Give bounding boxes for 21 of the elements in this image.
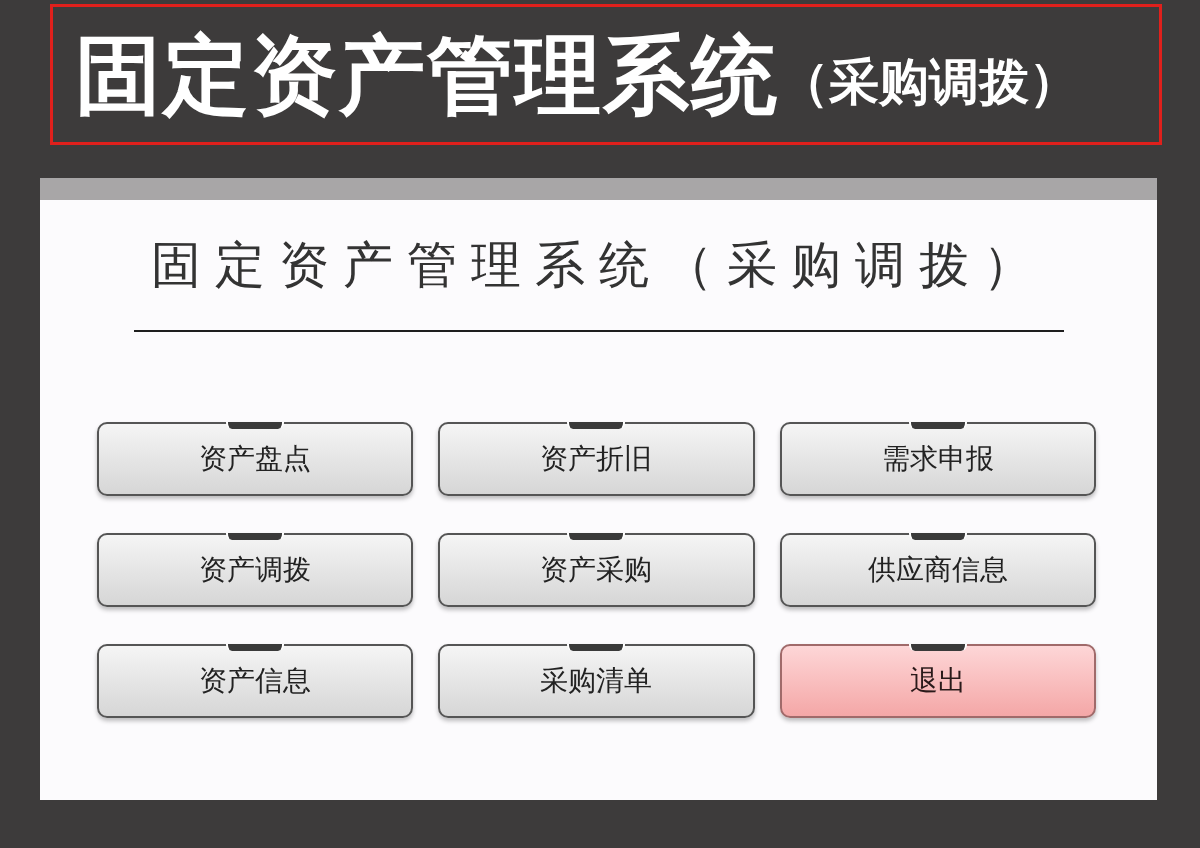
menu-button[interactable]: 资产盘点 <box>97 422 414 496</box>
notch-icon <box>567 533 626 540</box>
notch-icon <box>908 533 967 540</box>
menu-button[interactable]: 需求申报 <box>779 422 1096 496</box>
notch-icon <box>567 644 626 651</box>
window-title: 固定资产管理系统（采购调拨） <box>150 235 1047 296</box>
notch-icon <box>226 422 285 429</box>
notch-icon <box>908 644 967 651</box>
notch-icon <box>908 422 967 429</box>
notch-icon <box>567 422 626 429</box>
banner-subtitle: （采购调拨） <box>779 52 1079 112</box>
menu-button[interactable]: 资产调拨 <box>97 533 414 607</box>
menu-button[interactable]: 供应商信息 <box>779 533 1096 607</box>
menu-button[interactable]: 资产信息 <box>97 644 414 718</box>
notch-icon <box>226 533 285 540</box>
menu-button[interactable]: 退出 <box>779 644 1096 718</box>
menu-button[interactable]: 资产折旧 <box>438 422 755 496</box>
notch-icon <box>226 644 285 651</box>
banner-title: 固定资产管理系统 <box>75 25 779 125</box>
menu-button[interactable]: 采购清单 <box>438 644 755 718</box>
menu-button[interactable]: 资产采购 <box>438 533 755 607</box>
